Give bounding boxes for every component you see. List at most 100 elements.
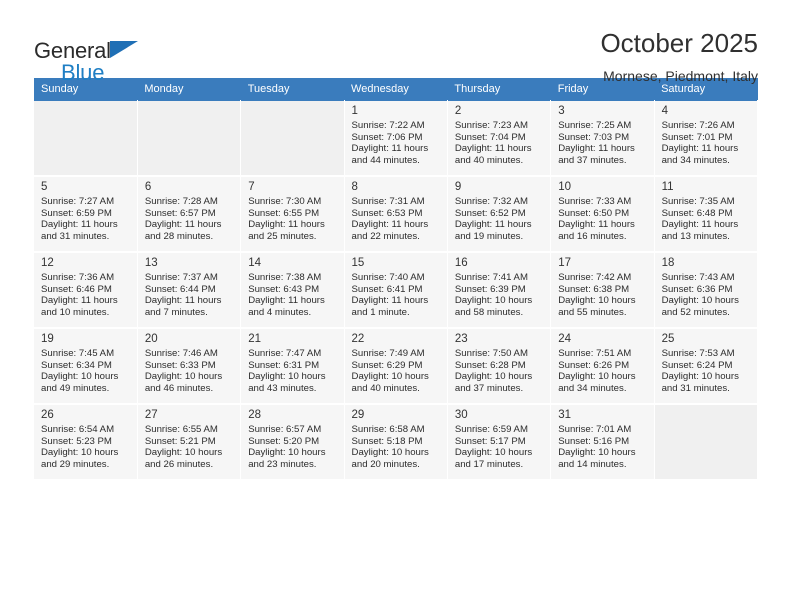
day-number: 31 [558, 409, 572, 421]
day-number: 20 [144, 333, 158, 345]
day-number: 9 [454, 181, 462, 193]
calendar-day-cell[interactable]: 4 Sunrise: 7:26 AM Sunset: 7:01 PM Daylight… [654, 100, 759, 177]
calendar-page: General Blue October 2025 Mornese, Piedm… [0, 0, 792, 612]
calendar-day-cell[interactable]: 17 Sunrise: 7:42 AM Sunset: 6:38 PM Dayligh… [550, 251, 655, 329]
calendar-day-cell[interactable]: 23 Sunrise: 7:50 AM Sunset: 6:28 PM Dayligh… [447, 327, 552, 405]
day-number: 26 [41, 409, 54, 421]
daylight-text-line1: Daylight: 11 hours [661, 143, 739, 155]
day-number: 19 [41, 333, 54, 345]
calendar-day-cell[interactable]: 20 Sunrise: 7:46 AM Sunset: 6:33 PM Dayligh… [137, 327, 242, 405]
calendar-day-cell[interactable]: 25 Sunrise: 7:53 AM Sunset: 6:24 PM Dayligh… [654, 327, 759, 405]
daylight-text-line2: and 4 minutes. [248, 306, 312, 318]
sunset-text: Sunset: 6:55 PM [248, 207, 320, 219]
daylight-text-line1: Daylight: 10 hours [454, 447, 533, 459]
daylight-text-line2: and 31 minutes. [41, 230, 110, 242]
calendar-week-row: 1 Sunrise: 7:22 AM Sunset: 7:06 PM Daylight… [34, 100, 759, 177]
calendar-day-cell[interactable]: 5 Sunrise: 7:27 AM Sunset: 6:59 PM Daylight… [34, 175, 138, 253]
day-sun-info: Sunrise: 7:01 AM Sunset: 5:16 PM Daylight:… [551, 424, 653, 470]
calendar-day-cell[interactable]: 16 Sunrise: 7:41 AM Sunset: 6:39 PM Dayligh… [447, 251, 552, 329]
calendar-day-cell-empty [240, 100, 345, 177]
daylight-text-line1: Daylight: 10 hours [558, 295, 636, 307]
sunrise-text: Sunrise: 7:40 AM [351, 272, 425, 283]
sunrise-text: Sunrise: 7:23 AM [454, 120, 528, 131]
calendar-day-cell[interactable]: 29 Sunrise: 6:58 AM Sunset: 5:18 PM Dayligh… [344, 403, 448, 481]
daylight-text-line1: Daylight: 10 hours [558, 447, 636, 459]
calendar-day-cell[interactable]: 15 Sunrise: 7:40 AM Sunset: 6:41 PM Dayligh… [344, 251, 448, 329]
day-sun-info: Sunrise: 7:36 AM Sunset: 6:46 PM Daylight:… [34, 272, 137, 318]
general-blue-logo[interactable]: General Blue [34, 26, 184, 85]
sunset-text: Sunset: 6:36 PM [661, 283, 733, 295]
day-number: 12 [41, 257, 54, 269]
daylight-text-line2: and 46 minutes. [144, 382, 214, 394]
day-sun-info: Sunrise: 7:27 AM Sunset: 6:59 PM Daylight:… [34, 196, 137, 242]
daylight-text-line1: Daylight: 11 hours [454, 219, 532, 231]
sunrise-text: Sunrise: 7:38 AM [248, 272, 322, 283]
sunset-text: Sunset: 6:59 PM [41, 207, 112, 219]
sunrise-text: Sunrise: 6:58 AM [351, 424, 425, 435]
day-sun-info: Sunrise: 7:26 AM Sunset: 7:01 PM Daylight:… [655, 120, 757, 166]
sunrise-text: Sunrise: 7:51 AM [558, 348, 632, 359]
sunrise-text: Sunrise: 6:55 AM [144, 424, 218, 435]
calendar-day-cell[interactable]: 21 Sunrise: 7:47 AM Sunset: 6:31 PM Dayligh… [240, 327, 345, 405]
calendar-week-row: 12 Sunrise: 7:36 AM Sunset: 6:46 PM Dayligh… [34, 251, 759, 329]
daylight-text-line1: Daylight: 10 hours [558, 371, 636, 383]
calendar-day-cell[interactable]: 31 Sunrise: 7:01 AM Sunset: 5:16 PM Dayligh… [550, 403, 655, 481]
calendar-day-cell[interactable]: 30 Sunrise: 6:59 AM Sunset: 5:17 PM Dayligh… [447, 403, 552, 481]
sunrise-text: Sunrise: 7:43 AM [661, 272, 735, 283]
day-sun-info: Sunrise: 7:50 AM Sunset: 6:28 PM Daylight:… [448, 348, 550, 394]
calendar-day-cell[interactable]: 10 Sunrise: 7:33 AM Sunset: 6:50 PM Dayligh… [550, 175, 655, 253]
calendar-day-cell[interactable]: 22 Sunrise: 7:49 AM Sunset: 6:29 PM Dayligh… [344, 327, 448, 405]
sunrise-text: Sunrise: 7:45 AM [41, 348, 115, 359]
day-sun-info: Sunrise: 7:38 AM Sunset: 6:43 PM Daylight:… [241, 272, 343, 318]
sunset-text: Sunset: 5:21 PM [144, 435, 216, 447]
title-block: October 2025 Mornese, Piedmont, Italy [600, 26, 758, 84]
calendar-week-row: 19 Sunrise: 7:45 AM Sunset: 6:34 PM Dayligh… [34, 327, 759, 405]
calendar-week-row: 5 Sunrise: 7:27 AM Sunset: 6:59 PM Daylight… [34, 175, 759, 253]
day-sun-info: Sunrise: 6:57 AM Sunset: 5:20 PM Daylight:… [241, 424, 343, 470]
calendar-day-cell[interactable]: 6 Sunrise: 7:28 AM Sunset: 6:57 PM Daylight… [137, 175, 242, 253]
day-sun-info: Sunrise: 6:54 AM Sunset: 5:23 PM Daylight:… [34, 424, 137, 470]
calendar-day-cell[interactable]: 13 Sunrise: 7:37 AM Sunset: 6:44 PM Dayligh… [137, 251, 242, 329]
calendar-day-cell[interactable]: 2 Sunrise: 7:23 AM Sunset: 7:04 PM Daylight… [447, 100, 552, 177]
sunset-text: Sunset: 6:48 PM [661, 207, 733, 219]
day-number: 7 [248, 181, 255, 193]
daylight-text-line1: Daylight: 11 hours [144, 295, 222, 307]
sunrise-text: Sunrise: 7:33 AM [558, 196, 632, 207]
sunrise-text: Sunrise: 7:32 AM [454, 196, 528, 207]
daylight-text-line2: and 20 minutes. [351, 458, 420, 470]
calendar-day-cell[interactable]: 24 Sunrise: 7:51 AM Sunset: 6:26 PM Dayligh… [550, 327, 655, 405]
page-header: General Blue October 2025 Mornese, Piedm… [34, 0, 758, 85]
daylight-text-line2: and 23 minutes. [248, 458, 317, 470]
sunset-text: Sunset: 6:39 PM [454, 283, 526, 295]
sunrise-text: Sunrise: 6:57 AM [248, 424, 322, 435]
calendar-day-cell[interactable]: 18 Sunrise: 7:43 AM Sunset: 6:36 PM Dayligh… [654, 251, 759, 329]
day-number: 23 [454, 333, 468, 345]
daylight-text-line1: Daylight: 10 hours [454, 371, 533, 383]
calendar-day-cell[interactable]: 8 Sunrise: 7:31 AM Sunset: 6:53 PM Daylight… [344, 175, 448, 253]
daylight-text-line1: Daylight: 10 hours [41, 447, 119, 459]
calendar-day-cell[interactable]: 3 Sunrise: 7:25 AM Sunset: 7:03 PM Daylight… [550, 100, 655, 177]
calendar-day-cell[interactable]: 9 Sunrise: 7:32 AM Sunset: 6:52 PM Daylight… [447, 175, 552, 253]
calendar-day-cell[interactable]: 1 Sunrise: 7:22 AM Sunset: 7:06 PM Daylight… [344, 100, 448, 177]
daylight-text-line1: Daylight: 11 hours [558, 219, 635, 231]
calendar-day-cell[interactable]: 19 Sunrise: 7:45 AM Sunset: 6:34 PM Dayligh… [34, 327, 138, 405]
calendar-day-cell[interactable]: 27 Sunrise: 6:55 AM Sunset: 5:21 PM Dayligh… [137, 403, 242, 481]
day-number: 2 [454, 105, 462, 117]
calendar-day-cell[interactable]: 26 Sunrise: 6:54 AM Sunset: 5:23 PM Dayligh… [34, 403, 138, 481]
sunrise-text: Sunrise: 7:31 AM [351, 196, 425, 207]
day-number: 21 [248, 333, 261, 345]
day-number: 10 [558, 181, 572, 193]
daylight-text-line2: and 40 minutes. [351, 382, 420, 394]
day-sun-info: Sunrise: 7:22 AM Sunset: 7:06 PM Daylight:… [345, 120, 447, 166]
sunrise-text: Sunrise: 7:22 AM [351, 120, 425, 131]
day-number: 6 [144, 181, 152, 193]
calendar-day-cell[interactable]: 7 Sunrise: 7:30 AM Sunset: 6:55 PM Daylight… [240, 175, 345, 253]
daylight-text-line1: Daylight: 11 hours [661, 219, 739, 231]
calendar-day-cell[interactable]: 14 Sunrise: 7:38 AM Sunset: 6:43 PM Dayligh… [240, 251, 345, 329]
sunset-text: Sunset: 5:16 PM [558, 435, 630, 447]
calendar-day-cell[interactable]: 28 Sunrise: 6:57 AM Sunset: 5:20 PM Dayligh… [240, 403, 345, 481]
calendar-day-cell[interactable]: 12 Sunrise: 7:36 AM Sunset: 6:46 PM Dayligh… [34, 251, 138, 329]
day-sun-info: Sunrise: 7:35 AM Sunset: 6:48 PM Daylight:… [655, 196, 757, 242]
calendar-day-cell[interactable]: 11 Sunrise: 7:35 AM Sunset: 6:48 PM Dayligh… [654, 175, 759, 253]
day-sun-info: Sunrise: 7:40 AM Sunset: 6:41 PM Daylight:… [345, 272, 447, 318]
